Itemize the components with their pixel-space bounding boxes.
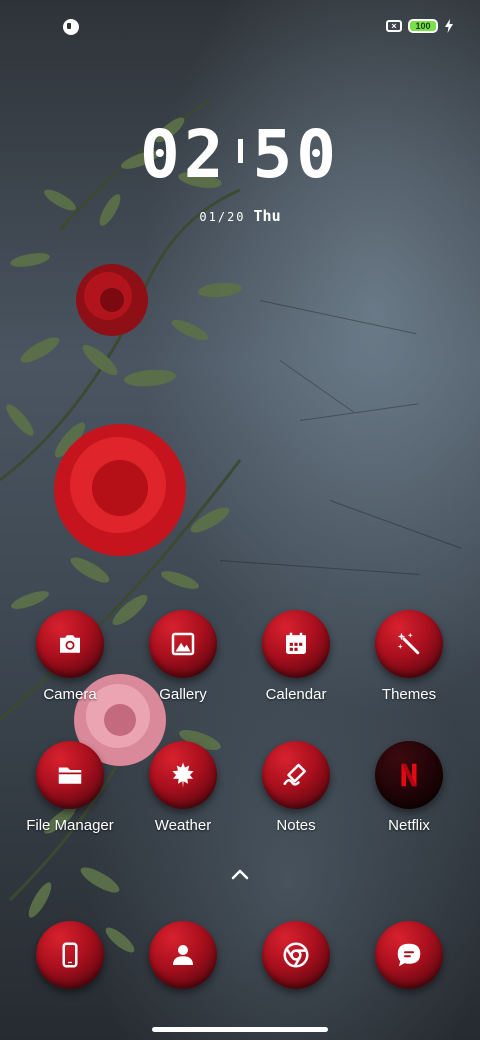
app-calendar[interactable]: Calendar	[241, 610, 351, 703]
messages-icon	[375, 921, 443, 989]
notification-dot-icon	[63, 19, 79, 35]
app-label: Weather	[154, 817, 212, 834]
app-label: Themes	[381, 686, 437, 703]
status-bar: × 100	[0, 0, 480, 54]
chrome-icon	[262, 921, 330, 989]
weekday-text: Thu	[253, 207, 281, 225]
magic-wand-icon	[375, 610, 443, 678]
app-label: File Manager	[26, 817, 114, 834]
app-gallery[interactable]: Gallery	[128, 610, 238, 703]
app-label: Notes	[276, 817, 316, 834]
bolt-icon	[445, 19, 453, 33]
clock-separator	[237, 138, 243, 163]
clock-minutes: 50	[252, 116, 340, 193]
app-notes[interactable]: Notes	[241, 741, 351, 834]
app-file-manager[interactable]: File Manager	[15, 741, 125, 834]
camera-icon	[36, 610, 104, 678]
clock-widget[interactable]: 02 50	[0, 116, 480, 193]
home-gesture-bar[interactable]	[152, 1027, 328, 1032]
dock-chrome[interactable]	[241, 921, 351, 989]
chevron-up-icon[interactable]	[229, 866, 251, 882]
app-netflix[interactable]: Netflix	[354, 741, 464, 834]
battery-indicator: 100	[408, 19, 438, 33]
app-label: Camera	[43, 686, 97, 703]
contacts-icon	[149, 921, 217, 989]
folder-icon	[36, 741, 104, 809]
app-label: Netflix	[388, 817, 430, 834]
no-sim-icon: ×	[386, 20, 402, 32]
app-themes[interactable]: Themes	[354, 610, 464, 703]
date-line[interactable]: 01/20 Thu	[0, 207, 480, 225]
calendar-icon	[262, 610, 330, 678]
dock-messages[interactable]	[354, 921, 464, 989]
app-weather[interactable]: Weather	[128, 741, 238, 834]
app-label: Gallery	[159, 686, 207, 703]
date-text: 01/20	[199, 210, 246, 224]
dock-phone[interactable]	[15, 921, 125, 989]
phone-icon	[36, 921, 104, 989]
netflix-icon	[375, 741, 443, 809]
gallery-icon	[149, 610, 217, 678]
app-label: Calendar	[265, 686, 327, 703]
leaf-icon	[149, 741, 217, 809]
pen-icon	[262, 741, 330, 809]
clock-hours: 02	[140, 116, 228, 193]
app-camera[interactable]: Camera	[15, 610, 125, 703]
dock-contacts[interactable]	[128, 921, 238, 989]
